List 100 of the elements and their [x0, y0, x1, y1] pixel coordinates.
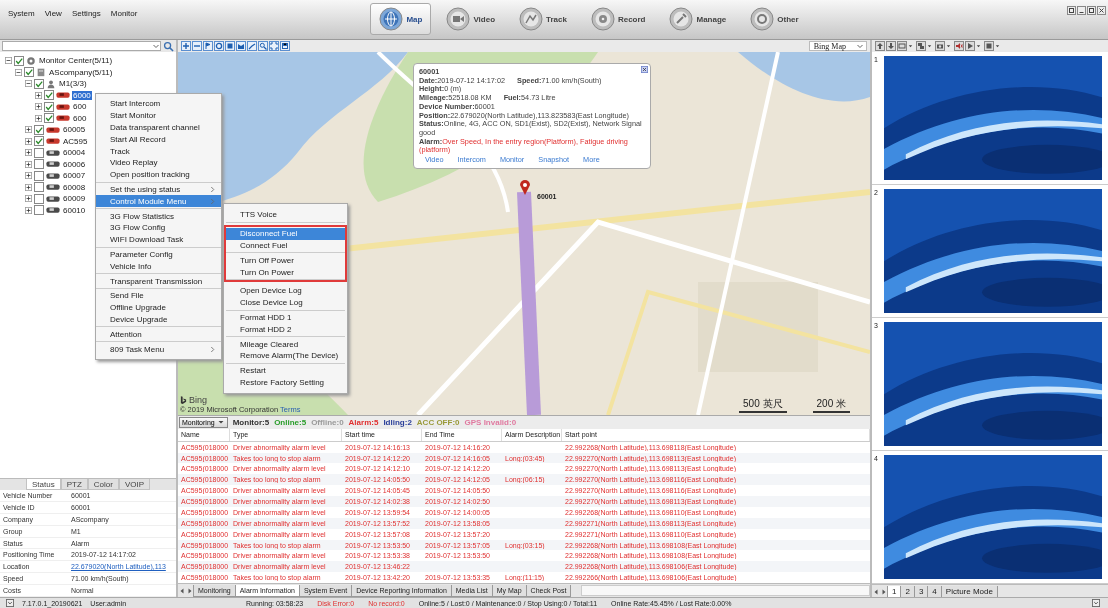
- menu-item[interactable]: Turn Off Power: [226, 254, 345, 267]
- polyline-icon[interactable]: [247, 41, 257, 51]
- menu-item[interactable]: Restore Factory Setting: [226, 376, 345, 389]
- expand-icon[interactable]: [25, 137, 32, 145]
- expand-icon[interactable]: [25, 172, 32, 180]
- nav-button[interactable]: Manage: [660, 3, 736, 35]
- menu-item[interactable]: Set the using status: [96, 183, 221, 196]
- menu-item[interactable]: Settings: [71, 9, 101, 18]
- menu-item[interactable]: 3G Flow Statistics: [96, 210, 221, 222]
- menu-item[interactable]: Data transparent channel: [96, 121, 221, 134]
- menu-item[interactable]: Start Monitor: [96, 109, 221, 122]
- search-icon[interactable]: [163, 40, 174, 52]
- menu-item[interactable]: Transparent Transmission: [96, 275, 221, 287]
- menu-item[interactable]: Video Replay: [96, 157, 221, 169]
- camera-icon[interactable]: [935, 41, 945, 51]
- menu-item[interactable]: View: [44, 9, 62, 18]
- tab[interactable]: Color: [87, 479, 119, 490]
- tree-item[interactable]: 60006: [62, 159, 87, 169]
- menu-item[interactable]: Format HDD 2: [226, 323, 345, 336]
- menu-item[interactable]: 3G Flow Config: [96, 221, 221, 234]
- checkbox[interactable]: [44, 101, 54, 112]
- left-arrow-icon[interactable]: [178, 586, 186, 595]
- tab[interactable]: 1: [887, 585, 902, 598]
- circle-icon[interactable]: [214, 41, 224, 51]
- menu-item[interactable]: Close Device Log: [226, 296, 345, 309]
- minus-icon[interactable]: [192, 41, 202, 51]
- tree-item[interactable]: 60010: [62, 205, 87, 215]
- tree-item[interactable]: 6000: [72, 90, 92, 100]
- tree-item[interactable]: 60007: [62, 171, 87, 181]
- checkbox[interactable]: [14, 55, 24, 66]
- menu-item[interactable]: Track: [96, 145, 221, 157]
- menu-item[interactable]: WIFI Download Task: [96, 233, 221, 246]
- down-arrow-icon[interactable]: [886, 41, 896, 51]
- tab[interactable]: 2: [900, 585, 915, 598]
- collapse-icon[interactable]: [25, 80, 32, 88]
- expand-icon[interactable]: [25, 149, 32, 157]
- checkbox[interactable]: [44, 113, 54, 124]
- windows-icon[interactable]: [916, 41, 926, 51]
- tree-item[interactable]: AC595: [62, 136, 89, 146]
- menu-item[interactable]: Mileage Cleared: [226, 338, 345, 350]
- menu-item[interactable]: Send File: [96, 289, 221, 302]
- search-field[interactable]: [2, 41, 161, 51]
- restore-icon[interactable]: [1067, 6, 1076, 15]
- right-arrow-icon[interactable]: [880, 587, 888, 596]
- expand-icon[interactable]: [25, 126, 32, 134]
- nav-button[interactable]: Record: [581, 3, 655, 35]
- checkbox[interactable]: [34, 136, 44, 147]
- menu-item[interactable]: Start Intercom: [96, 98, 221, 110]
- checkbox[interactable]: [34, 147, 44, 158]
- menu-item[interactable]: System: [8, 9, 35, 18]
- checkbox[interactable]: [34, 205, 44, 216]
- tab[interactable]: Picture Mode: [940, 585, 998, 598]
- tree-item[interactable]: M1(3/3): [58, 79, 88, 89]
- tab[interactable]: Status: [25, 479, 61, 490]
- maximize-icon[interactable]: [1087, 6, 1096, 15]
- menu-item[interactable]: Open position tracking: [96, 168, 221, 181]
- menu-item[interactable]: Turn On Power: [226, 266, 345, 278]
- right-arrow-icon[interactable]: [186, 586, 194, 595]
- up-arrow-icon[interactable]: [875, 41, 885, 51]
- checkbox[interactable]: [34, 193, 44, 204]
- tab[interactable]: PTZ: [60, 479, 88, 490]
- tree-item[interactable]: Monitor Center(5/11): [38, 56, 114, 66]
- checkbox[interactable]: [34, 159, 44, 170]
- panel-icon[interactable]: [1092, 599, 1100, 607]
- tab[interactable]: 4: [927, 585, 942, 598]
- menu-item[interactable]: Restart: [226, 364, 345, 377]
- nav-button[interactable]: Other: [741, 3, 808, 35]
- tree-item[interactable]: AScompany(5/11): [48, 67, 114, 77]
- plus-icon[interactable]: [181, 41, 191, 51]
- collapse-icon[interactable]: [15, 68, 22, 76]
- tree-item[interactable]: 600: [72, 102, 88, 112]
- menu-item[interactable]: Open Device Log: [226, 285, 345, 297]
- checkbox[interactable]: [44, 90, 54, 101]
- speaker-icon[interactable]: [954, 41, 964, 51]
- menu-item[interactable]: Parameter Config: [96, 248, 221, 261]
- menu-item[interactable]: Connect Fuel: [226, 239, 345, 252]
- expand-icon[interactable]: [25, 160, 32, 168]
- flag-icon[interactable]: [203, 41, 213, 51]
- expand-icon[interactable]: [25, 195, 32, 203]
- stop-icon[interactable]: [984, 41, 994, 51]
- menu-item[interactable]: TTS Voice: [226, 209, 345, 221]
- tree-item[interactable]: 60005: [62, 125, 87, 135]
- collapse-icon[interactable]: [5, 57, 12, 65]
- tree-item[interactable]: 60009: [62, 194, 87, 204]
- menu-item[interactable]: Start All Record: [96, 133, 221, 146]
- tree-item[interactable]: 60004: [62, 148, 87, 158]
- nav-button[interactable]: Map: [370, 3, 432, 35]
- menu-item[interactable]: Control Module Menu: [96, 195, 221, 208]
- nav-button[interactable]: Track: [510, 3, 576, 35]
- nav-button[interactable]: Video: [437, 3, 504, 35]
- layout-icon[interactable]: [897, 41, 907, 51]
- play-icon[interactable]: [965, 41, 975, 51]
- expand-icon[interactable]: [35, 91, 42, 99]
- checkbox[interactable]: [24, 67, 34, 78]
- square-icon[interactable]: [225, 41, 235, 51]
- save-icon[interactable]: [280, 41, 290, 51]
- menu-item[interactable]: Remove Alarm(The Device): [226, 349, 345, 362]
- menu-item[interactable]: Disconnect Fuel: [226, 227, 345, 240]
- menu-item[interactable]: Device Upgrade: [96, 313, 221, 326]
- vehicle-marker-icon[interactable]: [519, 180, 531, 196]
